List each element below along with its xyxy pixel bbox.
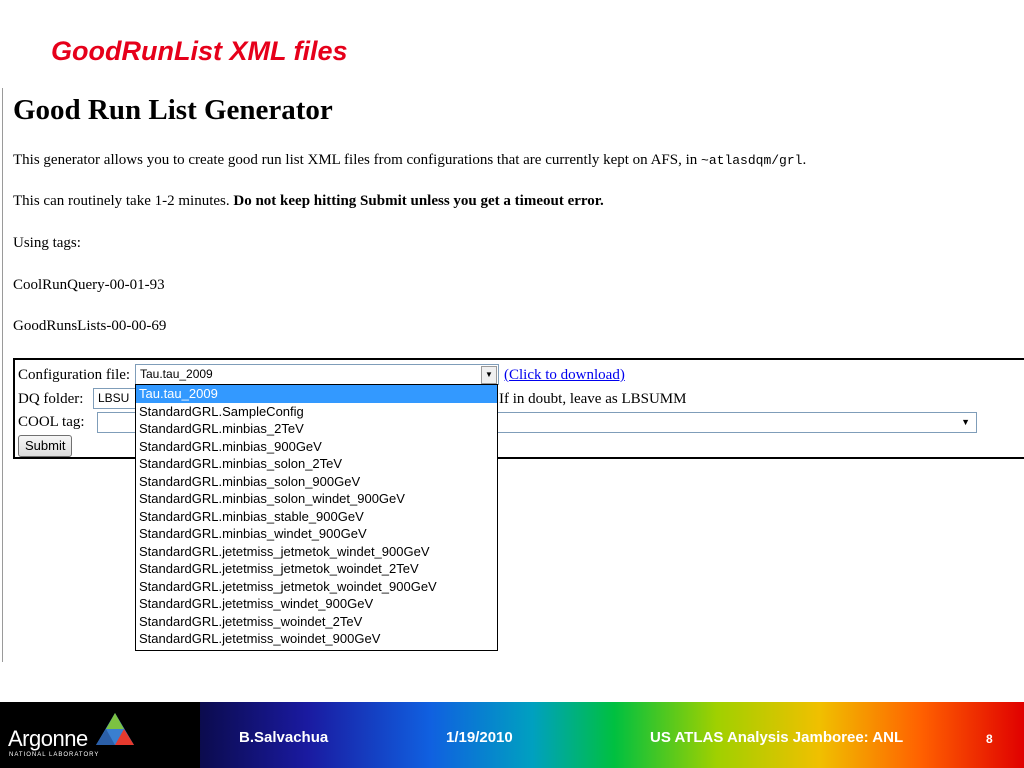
- intro-end: .: [802, 152, 807, 168]
- footer-author: B.Salvachua: [239, 729, 329, 746]
- dropdown-option[interactable]: StandardGRL.jetetmiss_woindet_900GeV: [136, 630, 497, 648]
- tag-goodrunslists: GoodRunsLists-00-00-69: [13, 318, 167, 334]
- dropdown-option[interactable]: StandardGRL.minbias_solon_windet_900GeV: [136, 490, 497, 508]
- cool-tag-label: COOL tag:: [18, 414, 85, 430]
- dropdown-option[interactable]: StandardGRL.minbias_solon_900GeV: [136, 473, 497, 491]
- dq-folder-hint: If in doubt, leave as LBSUMM: [499, 391, 687, 407]
- intro-text: This generator allows you to create good…: [13, 152, 702, 168]
- tag-coolrunquery: CoolRunQuery-00-01-93: [13, 277, 165, 293]
- dropdown-option[interactable]: StandardGRL.jetetmiss_windet_900GeV: [136, 595, 497, 613]
- footer-page-number: 8: [986, 732, 993, 746]
- timing-text: This can routinely take 1-2 minutes.: [13, 193, 234, 209]
- argonne-logo-text: Argonne: [8, 726, 88, 751]
- timing-warning: Do not keep hitting Submit unless you ge…: [233, 193, 604, 209]
- dq-folder-label: DQ folder:: [18, 391, 84, 407]
- argonne-logo-icon: [96, 713, 134, 745]
- chevron-down-icon[interactable]: ▼: [481, 366, 497, 384]
- submit-button[interactable]: Submit: [18, 435, 73, 457]
- config-file-label: Configuration file:: [18, 367, 131, 383]
- config-dropdown-list[interactable]: Tau.tau_2009 StandardGRL.SampleConfig St…: [135, 384, 498, 651]
- timing-paragraph: This can routinely take 1-2 minutes. Do …: [13, 193, 604, 210]
- footer-event: US ATLAS Analysis Jamboree: ANL: [650, 729, 904, 746]
- config-file-value: Tau.tau_2009: [140, 367, 213, 381]
- intro-path: ~atlasdqm/grl: [701, 153, 803, 168]
- dropdown-option[interactable]: StandardGRL.jetetmiss_jetmetok_windet_90…: [136, 543, 497, 561]
- browser-border: [2, 88, 3, 662]
- dropdown-option[interactable]: StandardGRL.minbias_900GeV: [136, 438, 497, 456]
- dropdown-option[interactable]: StandardGRL.minbias_windet_900GeV: [136, 525, 497, 543]
- slide-title: GoodRunList XML files: [51, 36, 348, 66]
- dropdown-option[interactable]: StandardGRL.minbias_stable_900GeV: [136, 508, 497, 526]
- dq-folder-value: LBSU: [98, 391, 130, 405]
- download-link[interactable]: (Click to download): [504, 367, 625, 384]
- tags-label: Using tags:: [13, 235, 81, 251]
- dropdown-option[interactable]: StandardGRL.SampleConfig: [136, 403, 497, 421]
- dropdown-option[interactable]: StandardGRL.jetetmiss_jetmetok_woindet_9…: [136, 578, 497, 596]
- dropdown-option[interactable]: StandardGRL.minbias_2TeV: [136, 420, 497, 438]
- page-heading: Good Run List Generator: [13, 94, 333, 126]
- argonne-logo-subtext: NATIONAL LABORATORY: [9, 752, 100, 758]
- footer-date: 1/19/2010: [446, 729, 513, 746]
- config-file-select[interactable]: Tau.tau_2009 ▼: [135, 364, 499, 385]
- dropdown-option[interactable]: StandardGRL.jetetmiss_woindet_2TeV: [136, 613, 497, 631]
- chevron-down-icon[interactable]: ▼: [961, 417, 970, 427]
- dropdown-option[interactable]: StandardGRL.jetetmiss_jetmetok_woindet_2…: [136, 560, 497, 578]
- dropdown-option[interactable]: Tau.tau_2009: [136, 385, 497, 403]
- dropdown-option[interactable]: StandardGRL.minbias_solon_2TeV: [136, 455, 497, 473]
- intro-paragraph: This generator allows you to create good…: [13, 152, 806, 169]
